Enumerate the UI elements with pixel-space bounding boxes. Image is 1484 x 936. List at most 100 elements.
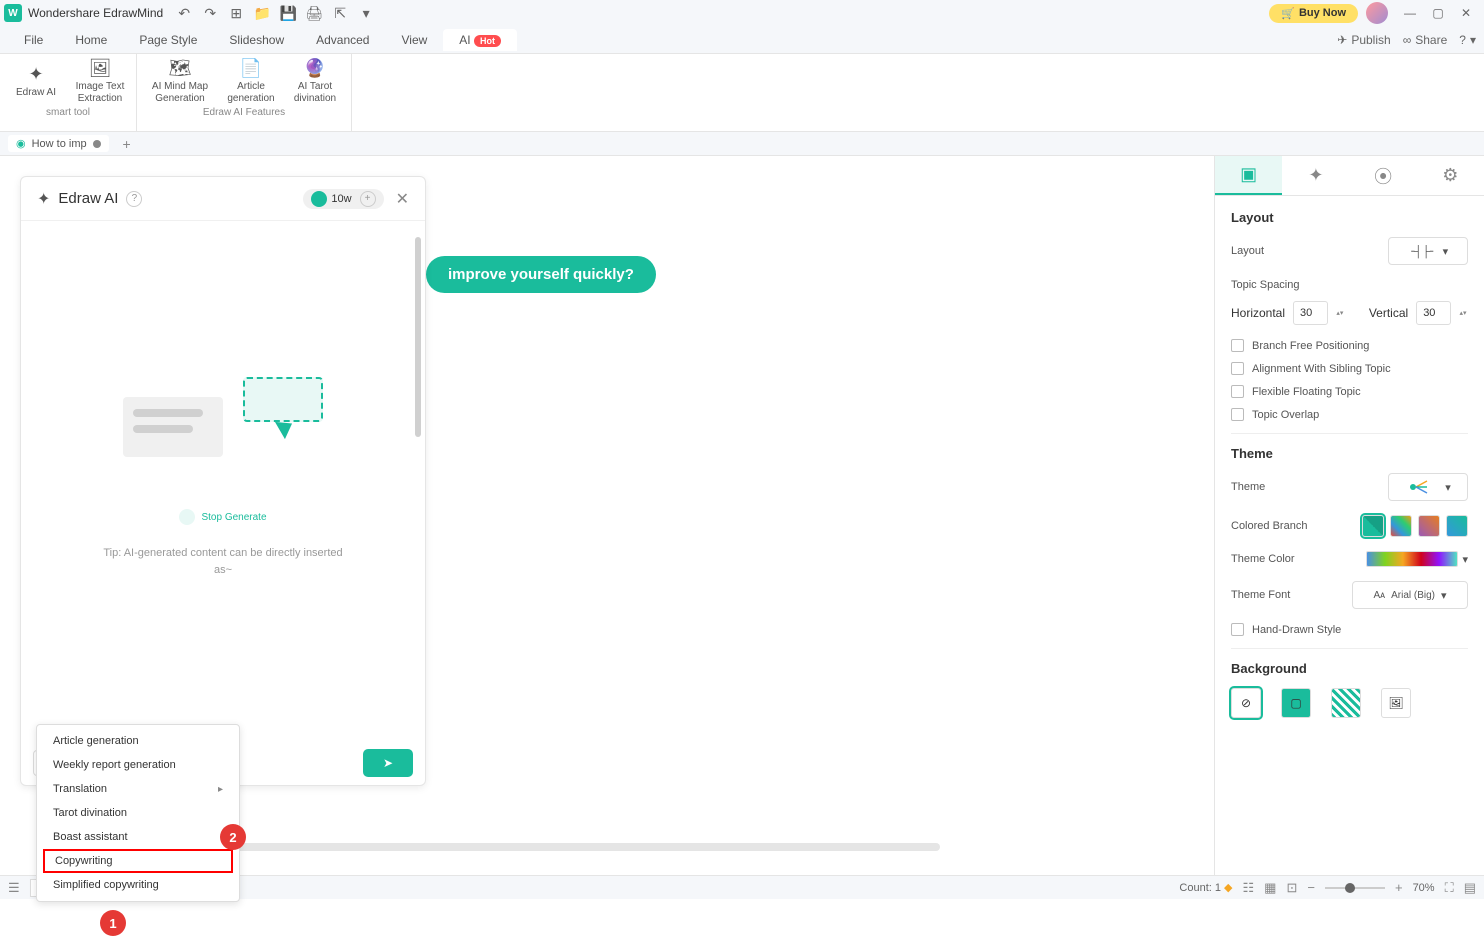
minimize-button[interactable]: —	[1396, 3, 1424, 23]
canvas-horizontal-scrollbar[interactable]	[180, 843, 940, 851]
token-chip[interactable]: 10w +	[303, 189, 383, 209]
swatch-1[interactable]	[1362, 515, 1384, 537]
token-add-button[interactable]: +	[360, 191, 376, 207]
doc-tab[interactable]: ◉ How to imp	[8, 135, 109, 152]
quick-access-toolbar: ↶ ↷ ⊞ 📁 💾 🖨 ⇱ ▾	[175, 4, 375, 22]
bg-image[interactable]: 🖼	[1381, 688, 1411, 718]
menu-article-generation[interactable]: Article generation	[37, 729, 239, 753]
tab-modified-dot	[93, 140, 101, 148]
layout-dropdown[interactable]: ╶┤├╴ ▾	[1388, 237, 1468, 265]
zoom-in-button[interactable]: +	[1395, 880, 1403, 895]
menu-ai[interactable]: AI Hot	[443, 29, 517, 51]
swatch-2[interactable]	[1390, 515, 1412, 537]
ai-mindmap-button[interactable]: 🗺 AI Mind Map Generation	[145, 58, 215, 105]
zoom-slider[interactable]	[1325, 887, 1385, 889]
horizontal-spacing-input[interactable]: 30	[1293, 301, 1328, 325]
user-avatar[interactable]	[1366, 2, 1388, 24]
close-window-button[interactable]: ✕	[1452, 3, 1480, 23]
vertical-stepper[interactable]: ▴▾	[1459, 309, 1468, 317]
menu-slideshow[interactable]: Slideshow	[213, 29, 300, 51]
zoom-out-button[interactable]: −	[1307, 880, 1315, 895]
maximize-button[interactable]: ▢	[1424, 3, 1452, 23]
flex-float-checkbox[interactable]	[1231, 385, 1244, 398]
undo-button[interactable]: ↶	[175, 4, 193, 22]
theme-section-title: Theme	[1231, 446, 1468, 461]
swatch-4[interactable]	[1446, 515, 1468, 537]
sidebar-tab-settings[interactable]: ⚙	[1417, 156, 1484, 195]
layout-tab-icon: ▣	[1240, 164, 1257, 185]
panel-help-icon[interactable]: ?	[126, 191, 142, 207]
main-area: improve yourself quickly? ✦ Edraw AI ? 1…	[0, 156, 1484, 875]
menu-advanced[interactable]: Advanced	[300, 29, 385, 51]
chevron-down-icon: ▾	[1441, 589, 1447, 602]
callout-badge-1: 1	[100, 910, 126, 936]
send-button[interactable]: ➤	[363, 749, 413, 777]
menu-translation[interactable]: Translation ▸	[37, 777, 239, 801]
theme-color-bar[interactable]	[1366, 551, 1458, 567]
open-button[interactable]: 📁	[253, 4, 271, 22]
ai-tarot-button[interactable]: 🔮 AI Tarot divination	[287, 58, 343, 105]
sidebar-tab-style[interactable]: ✦	[1282, 156, 1349, 195]
chevron-down-icon[interactable]: ▾	[1462, 553, 1468, 566]
article-generation-button[interactable]: 📄 Article generation	[223, 58, 279, 105]
ribbon-group-smart-tool: ✦ Edraw AI 🖼 Image Text Extraction smart…	[0, 54, 137, 131]
collapse-icon[interactable]: ▤	[1464, 880, 1476, 896]
swatch-3[interactable]	[1418, 515, 1440, 537]
menu-file[interactable]: File	[8, 29, 59, 51]
menu-home[interactable]: Home	[59, 29, 123, 51]
article-icon: 📄	[240, 58, 262, 79]
theme-font-dropdown[interactable]: Aᴀ Arial (Big) ▾	[1352, 581, 1468, 609]
central-topic-node[interactable]: improve yourself quickly?	[426, 256, 656, 293]
publish-button[interactable]: ✈ Publish	[1337, 33, 1390, 47]
scrollbar[interactable]	[415, 237, 421, 437]
menu-simplified-copywriting[interactable]: Simplified copywriting	[37, 873, 239, 897]
topic-overlap-checkbox[interactable]	[1231, 408, 1244, 421]
bg-solid[interactable]: ▢	[1281, 688, 1311, 718]
background-section-title: Background	[1231, 661, 1468, 676]
fullscreen-icon[interactable]: ⛶	[1445, 880, 1454, 896]
buy-now-button[interactable]: 🛒 Buy Now	[1269, 4, 1358, 23]
export-button[interactable]: ⇱	[331, 4, 349, 22]
menu-boast-assistant[interactable]: Boast assistant	[37, 825, 239, 849]
sidebar-tabs: ▣ ✦ ⦿ ⚙	[1215, 156, 1484, 196]
save-button[interactable]: 💾	[279, 4, 297, 22]
theme-dropdown[interactable]: ▾	[1388, 473, 1468, 501]
menu-page-style[interactable]: Page Style	[123, 29, 213, 51]
vertical-spacing-input[interactable]: 30	[1416, 301, 1451, 325]
hand-drawn-checkbox[interactable]	[1231, 623, 1244, 636]
sidebar-tab-mark[interactable]: ⦿	[1350, 156, 1417, 195]
help-button[interactable]: ? ▾	[1459, 33, 1476, 47]
more-button[interactable]: ▾	[357, 4, 375, 22]
menu-view[interactable]: View	[385, 29, 443, 51]
canvas-area[interactable]: improve yourself quickly? ✦ Edraw AI ? 1…	[0, 156, 1214, 875]
add-tab-button[interactable]: +	[117, 134, 137, 154]
outline-icon[interactable]: ☰	[8, 880, 20, 896]
chevron-down-icon: ▾	[1443, 245, 1449, 258]
menu-copywriting[interactable]: Copywriting	[43, 849, 233, 873]
sidebar-tab-layout[interactable]: ▣	[1215, 156, 1282, 195]
hot-badge: Hot	[474, 35, 501, 47]
redo-button[interactable]: ↷	[201, 4, 219, 22]
layout-preview-icon: ╶┤├╴	[1408, 245, 1437, 258]
edraw-ai-button[interactable]: ✦ Edraw AI	[8, 58, 64, 105]
image-text-extraction-button[interactable]: 🖼 Image Text Extraction	[72, 58, 128, 105]
bg-none[interactable]: ⊘	[1231, 688, 1261, 718]
view-grid-icon[interactable]: ▦	[1264, 880, 1276, 896]
bg-pattern[interactable]	[1331, 688, 1361, 718]
share-button[interactable]: ∞ Share	[1403, 33, 1448, 47]
callout-badge-2: 2	[220, 824, 246, 850]
menu-weekly-report[interactable]: Weekly report generation	[37, 753, 239, 777]
zoom-level: 70%	[1413, 882, 1435, 894]
new-button[interactable]: ⊞	[227, 4, 245, 22]
colored-branch-swatches	[1362, 515, 1468, 537]
fit-icon[interactable]: ⊡	[1286, 880, 1297, 896]
print-button[interactable]: 🖨	[305, 4, 323, 22]
stop-generate-link[interactable]: Stop Generate	[201, 512, 266, 523]
branch-free-checkbox[interactable]	[1231, 339, 1244, 352]
panel-close-button[interactable]: ✕	[396, 189, 409, 209]
sidebar-body: Layout Layout ╶┤├╴ ▾ Topic Spacing Horiz…	[1215, 196, 1484, 732]
horizontal-stepper[interactable]: ▴▾	[1336, 309, 1345, 317]
view-list-icon[interactable]: ☷	[1243, 880, 1255, 896]
align-sibling-checkbox[interactable]	[1231, 362, 1244, 375]
menu-tarot-divination[interactable]: Tarot divination	[37, 801, 239, 825]
